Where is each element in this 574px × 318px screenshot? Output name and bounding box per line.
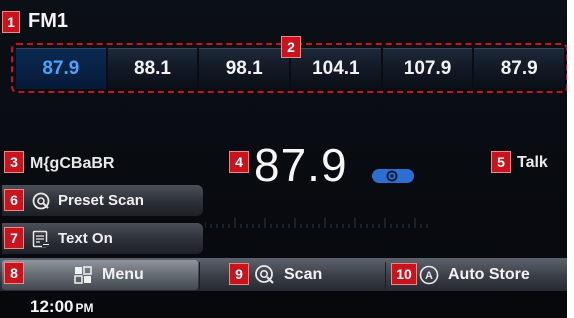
screen-edge <box>567 0 574 318</box>
preset-4[interactable]: 104.1 <box>291 48 381 89</box>
svg-text:A: A <box>425 270 433 282</box>
preset-2[interactable]: 88.1 <box>107 48 198 89</box>
auto-store-icon: A <box>418 264 440 286</box>
text-on-label: Text On <box>58 230 113 247</box>
scan-button[interactable]: Scan <box>200 260 384 290</box>
preset-1[interactable]: 87.9 <box>16 48 106 89</box>
frequency-display: 87.9 <box>254 139 348 191</box>
band-label: FM1 <box>28 10 68 32</box>
callout-10: 10 <box>391 263 417 285</box>
tuning-scale <box>205 218 428 228</box>
callout-7: 7 <box>4 227 24 249</box>
clock-ampm: PM <box>75 301 94 315</box>
preset-scan-button[interactable]: Preset Scan <box>2 185 203 216</box>
scan-icon <box>254 264 276 286</box>
text-on-button[interactable]: Text On <box>2 223 203 254</box>
radio-screen: FM1 87.9 88.1 98.1 104.1 107.9 87.9 M{gC… <box>0 0 574 318</box>
menu-label: Menu <box>102 266 144 283</box>
preset-3[interactable]: 98.1 <box>199 48 290 89</box>
callout-3: 3 <box>4 151 24 173</box>
text-on-icon <box>30 228 52 250</box>
menu-button[interactable]: Menu <box>2 260 198 290</box>
callout-2: 2 <box>281 36 301 58</box>
program-type: Talk <box>517 154 548 171</box>
callout-9: 9 <box>229 263 249 285</box>
hd-radio-icon <box>372 169 414 183</box>
callout-1: 1 <box>2 11 20 33</box>
auto-store-label: Auto Store <box>448 266 530 283</box>
callout-8: 8 <box>4 262 24 284</box>
preset-scan-label: Preset Scan <box>58 192 144 209</box>
clock: 12:00 PM <box>30 297 93 317</box>
scan-label: Scan <box>284 266 323 283</box>
clock-time: 12:00 <box>30 297 74 316</box>
preset-6[interactable]: 87.9 <box>474 48 565 89</box>
preset-5[interactable]: 107.9 <box>382 48 473 89</box>
callout-5: 5 <box>491 151 511 173</box>
scan-circle-icon <box>30 190 52 212</box>
callout-4: 4 <box>229 151 249 173</box>
station-name: M{gCBaBR <box>30 155 115 172</box>
callout-6: 6 <box>4 189 24 211</box>
grid-icon <box>74 266 92 284</box>
